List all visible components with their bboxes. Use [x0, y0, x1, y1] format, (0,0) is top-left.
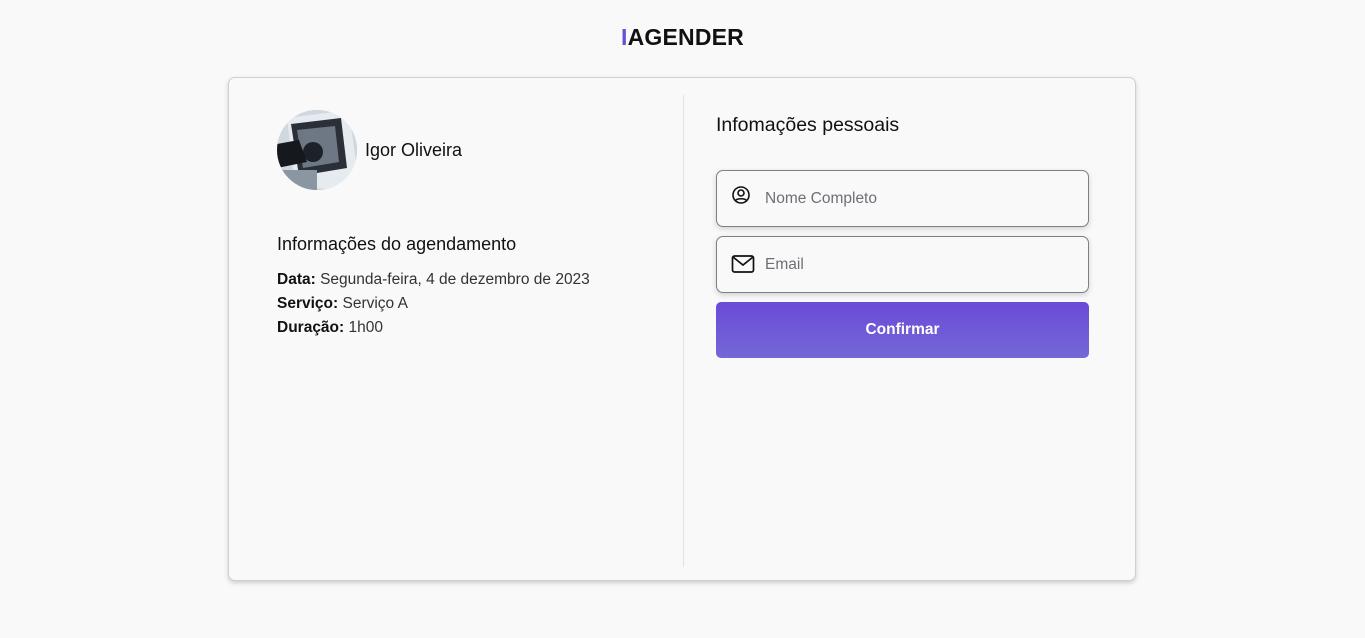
professional-photo-image [277, 110, 357, 190]
app-logo: IAGENDER [0, 24, 1365, 51]
date-row: Data: Segunda-feira, 4 de dezembro de 20… [277, 268, 590, 292]
date-value: Segunda-feira, 4 de dezembro de 2023 [320, 271, 590, 288]
date-label: Data: [277, 271, 316, 288]
user-circle-icon [731, 185, 751, 210]
email-input[interactable] [765, 237, 1075, 292]
appointment-details: Data: Segunda-feira, 4 de dezembro de 20… [277, 268, 590, 340]
logo-accent-letter: I [620, 24, 628, 50]
email-field[interactable] [716, 236, 1089, 293]
duration-value: 1h00 [348, 319, 383, 336]
professional-name: Igor Oliveira [365, 140, 463, 160]
personal-info-title: Infomações pessoais [716, 114, 900, 136]
service-value: Serviço A [342, 295, 408, 312]
duration-label: Duração: [277, 319, 345, 336]
column-divider [683, 95, 684, 567]
confirm-button[interactable]: Confirmar [716, 302, 1089, 358]
mail-icon [731, 254, 755, 279]
appointment-info-title: Informações do agendamento [277, 234, 517, 254]
full-name-input[interactable] [765, 171, 1075, 226]
logo-text: AGENDER [627, 24, 744, 50]
duration-row: Duração: 1h00 [277, 316, 590, 340]
booking-card: Igor Oliveira Informações do agendamento… [228, 77, 1136, 581]
full-name-field[interactable] [716, 170, 1089, 227]
avatar [277, 110, 357, 190]
service-label: Serviço: [277, 295, 339, 312]
service-row: Serviço: Serviço A [277, 292, 590, 316]
